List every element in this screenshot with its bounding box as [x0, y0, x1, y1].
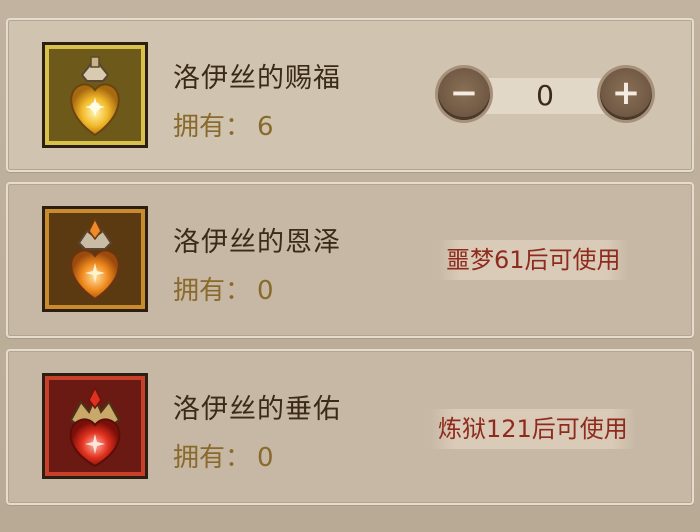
owned-label: 拥有： [173, 276, 252, 306]
decrement-button[interactable]: − [438, 68, 490, 120]
red-favor-potion-icon [42, 373, 148, 479]
quantity-value[interactable]: 0 [478, 78, 612, 114]
owned-label: 拥有： [173, 112, 252, 142]
owned-value: 0 [257, 276, 274, 306]
owned-value: 0 [257, 443, 274, 473]
orange-grace-potion-icon [42, 206, 148, 312]
item-row-blessing: 洛伊丝的赐福 拥有： 6 0 − + [6, 18, 694, 172]
gold-blessing-potion-icon [42, 42, 148, 148]
owned-label: 拥有： [173, 443, 252, 473]
unlock-requirement-text: 噩梦61后可使用 [438, 240, 629, 280]
item-owned-count: 拥有： 6 [173, 106, 274, 143]
item-name: 洛伊丝的赐福 [173, 63, 341, 94]
unlock-requirement-text: 炼狱121后可使用 [430, 409, 636, 449]
increment-button[interactable]: + [600, 68, 652, 120]
item-row-favor: 洛伊丝的垂佑 拥有： 0 炼狱121后可使用 [6, 349, 694, 505]
item-list-panel: 洛伊丝的赐福 拥有： 6 0 − + 洛伊丝的恩泽 拥有： 0 噩梦61后可使用… [0, 0, 700, 532]
item-owned-count: 拥有： 0 [173, 437, 274, 474]
owned-value: 6 [257, 112, 274, 142]
item-name: 洛伊丝的恩泽 [173, 227, 341, 258]
item-name: 洛伊丝的垂佑 [173, 394, 341, 425]
item-owned-count: 拥有： 0 [173, 270, 274, 307]
item-row-grace: 洛伊丝的恩泽 拥有： 0 噩梦61后可使用 [6, 182, 694, 338]
quantity-stepper: 0 − + [438, 68, 652, 120]
